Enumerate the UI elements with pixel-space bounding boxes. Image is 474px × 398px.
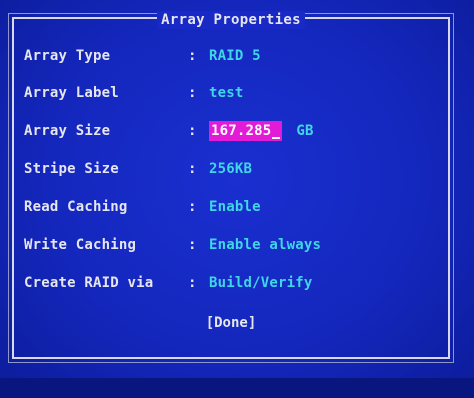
separator: : — [188, 275, 197, 291]
read-caching-label: Read Caching — [24, 199, 128, 215]
screen-bottom-edge — [0, 378, 474, 398]
stripe-size-label: Stripe Size — [24, 161, 119, 177]
bios-screen: Array Properties Array Type : RAID 5 Arr… — [0, 0, 474, 398]
create-raid-via-label: Create RAID via — [24, 275, 154, 291]
create-raid-via-value[interactable]: Build/Verify — [209, 272, 313, 294]
array-size-unit: GB — [296, 123, 314, 139]
dialog-title: Array Properties — [157, 11, 305, 29]
array-properties-dialog: Array Properties Array Type : RAID 5 Arr… — [8, 11, 454, 363]
array-size-label: Array Size — [24, 123, 111, 139]
done-button-row: [Done] — [14, 312, 448, 334]
separator: : — [188, 161, 197, 177]
field-row-array-size[interactable]: Array Size : 167.285 GB — [14, 120, 448, 142]
field-row-write-caching[interactable]: Write Caching : Enable always — [14, 234, 448, 256]
separator: : — [188, 48, 197, 64]
write-caching-label: Write Caching — [24, 237, 137, 253]
array-type-label: Array Type — [24, 48, 111, 64]
field-row-array-type[interactable]: Array Type : RAID 5 — [14, 45, 448, 67]
dialog-title-bar: Array Properties — [14, 9, 448, 29]
text-cursor — [272, 137, 281, 139]
field-row-array-label[interactable]: Array Label : test — [14, 82, 448, 104]
separator: : — [188, 237, 197, 253]
write-caching-value[interactable]: Enable always — [209, 234, 321, 256]
read-caching-value[interactable]: Enable — [209, 196, 261, 218]
stripe-size-value[interactable]: 256KB — [209, 158, 252, 180]
array-label-label: Array Label — [24, 85, 119, 101]
field-row-stripe-size[interactable]: Stripe Size : 256KB — [14, 158, 448, 180]
array-label-value[interactable]: test — [209, 82, 244, 104]
array-size-input[interactable]: 167.285 — [209, 121, 283, 141]
field-row-create-raid-via[interactable]: Create RAID via : Build/Verify — [14, 272, 448, 294]
separator: : — [188, 199, 197, 215]
separator: : — [188, 85, 197, 101]
array-size-value-wrap: 167.285 GB — [209, 120, 314, 142]
field-row-read-caching[interactable]: Read Caching : Enable — [14, 196, 448, 218]
array-type-value[interactable]: RAID 5 — [209, 45, 261, 67]
array-size-value: 167.285 — [211, 123, 272, 139]
separator: : — [188, 123, 197, 139]
done-button[interactable]: [Done] — [206, 315, 257, 331]
